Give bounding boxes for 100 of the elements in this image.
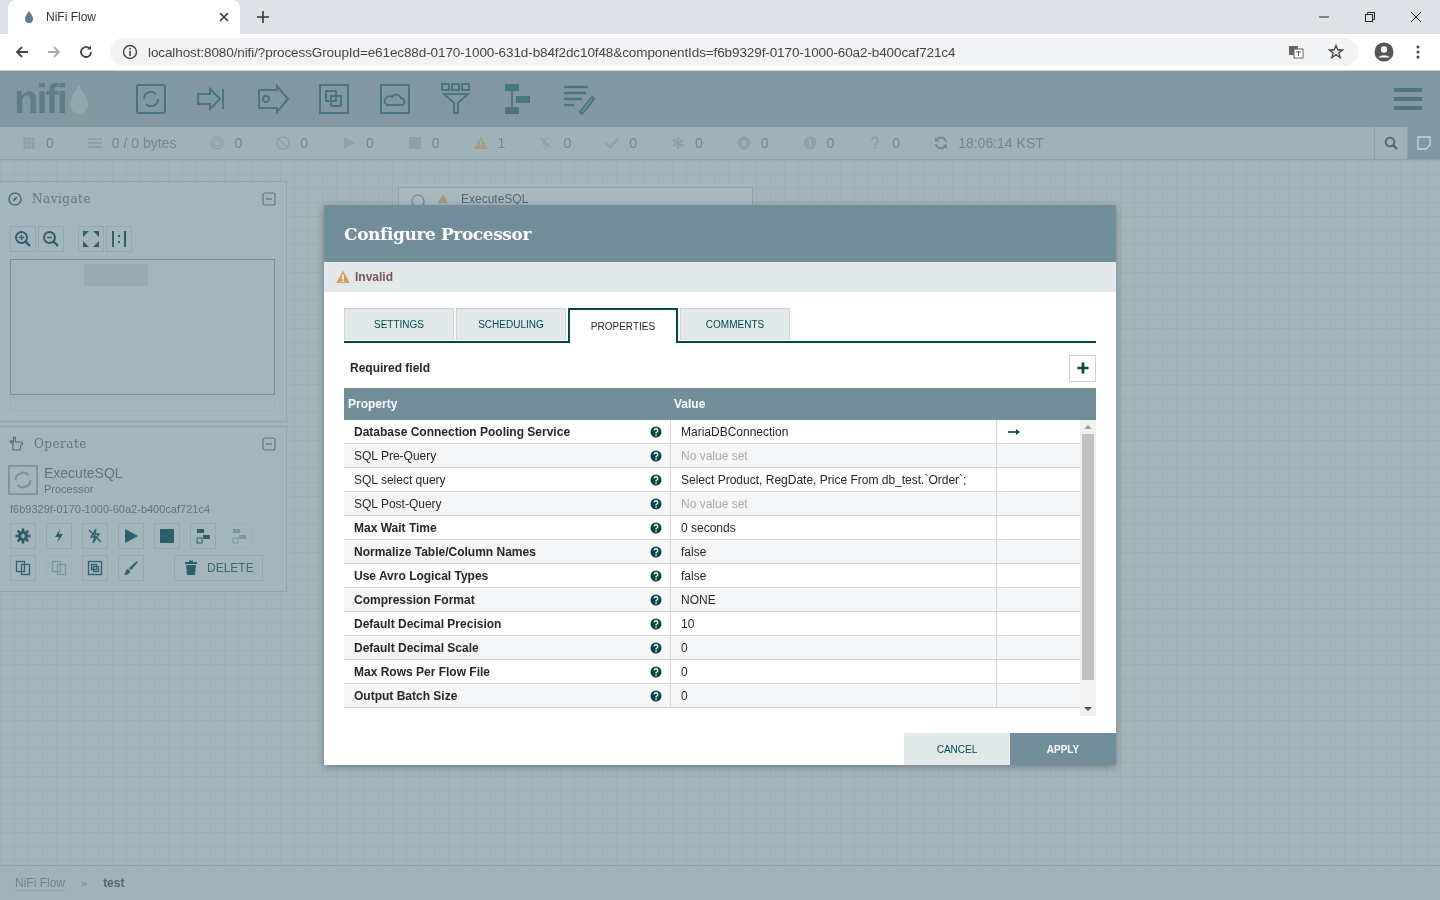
- help-icon[interactable]: [650, 425, 662, 438]
- help-icon[interactable]: [650, 641, 662, 654]
- table-row[interactable]: Default Decimal Scale 0: [344, 636, 1080, 660]
- browser-tab[interactable]: NiFi Flow: [8, 0, 240, 34]
- search-icon: [1384, 136, 1398, 150]
- property-value[interactable]: 10: [681, 616, 695, 631]
- reload-icon[interactable]: [78, 44, 94, 60]
- required-field-label: Required field: [350, 361, 430, 375]
- help-icon[interactable]: [650, 473, 662, 486]
- table-row[interactable]: Compression Format NONE: [344, 588, 1080, 612]
- address-field[interactable]: localhost:8080/nifi/?processGroupId=e61ec88d-0170-1000-631d-b84f2dc10f48&componentIds=f6b9329f-0170-1000-60a2-b400caf721c4: [110, 38, 1358, 66]
- template-icon: [195, 528, 211, 544]
- template-button[interactable]: [190, 523, 216, 549]
- scroll-up-icon[interactable]: [1084, 424, 1092, 430]
- table-row[interactable]: Max Rows Per Flow File 0: [344, 660, 1080, 684]
- property-value[interactable]: false: [681, 544, 707, 559]
- dialog-title: Configure Processor: [344, 223, 532, 244]
- table-row[interactable]: Max Wait Time 0 seconds: [344, 516, 1080, 540]
- zoom-in-icon: [14, 230, 32, 248]
- tab[interactable]: COMMENTS: [680, 308, 790, 340]
- processor-name: ExecuteSQL: [461, 192, 529, 206]
- property-value[interactable]: MariaDBConnection: [681, 424, 789, 439]
- add-property-button[interactable]: [1069, 354, 1096, 382]
- star-icon[interactable]: [1328, 44, 1344, 60]
- help-icon[interactable]: [650, 617, 662, 630]
- plus-icon: [1076, 362, 1089, 374]
- table-row[interactable]: Use Avro Logical Types false: [344, 564, 1080, 588]
- back-icon[interactable]: [14, 44, 30, 60]
- property-value[interactable]: false: [681, 568, 707, 583]
- table-row[interactable]: SQL Post-Query No value set: [344, 492, 1080, 516]
- scroll-down-icon[interactable]: [1084, 706, 1092, 712]
- crossed-lightning-icon: [87, 528, 103, 544]
- restore-icon[interactable]: [1364, 11, 1376, 23]
- start-button[interactable]: [118, 523, 144, 549]
- help-icon[interactable]: [650, 497, 662, 510]
- copy-icon: [15, 560, 31, 576]
- actual-size-button[interactable]: [106, 226, 132, 252]
- actual-size-icon: [110, 230, 128, 248]
- color-button[interactable]: [118, 555, 144, 581]
- enable-button[interactable]: [46, 523, 72, 549]
- help-icon[interactable]: [650, 593, 662, 606]
- close-icon[interactable]: [1410, 11, 1422, 23]
- fit-button[interactable]: [78, 226, 104, 252]
- help-icon[interactable]: [650, 689, 662, 702]
- profile-icon[interactable]: [1374, 42, 1394, 62]
- arrow-icon[interactable]: [1008, 427, 1020, 436]
- copy-button[interactable]: [10, 555, 36, 581]
- close-icon[interactable]: [218, 11, 230, 23]
- info-icon[interactable]: [122, 44, 138, 60]
- collapse-icon[interactable]: [262, 192, 276, 206]
- property-name: Default Decimal Scale: [354, 640, 480, 655]
- table-row[interactable]: SQL select query Select Product, RegDate, Price From db_test.`Order`;: [344, 468, 1080, 492]
- warning-icon: [336, 270, 350, 284]
- component-type: Processor: [44, 482, 95, 496]
- breadcrumb-current: test: [103, 876, 125, 890]
- droplet-icon: [22, 10, 36, 24]
- brush-icon: [123, 560, 139, 576]
- help-icon[interactable]: [650, 569, 662, 582]
- compass-icon: [8, 192, 22, 206]
- help-icon[interactable]: [650, 665, 662, 678]
- stop-button[interactable]: [154, 523, 180, 549]
- configure-button[interactable]: [10, 523, 36, 549]
- group-button[interactable]: [82, 555, 108, 581]
- upload-icon: [231, 528, 247, 544]
- property-value[interactable]: 0 seconds: [681, 520, 736, 535]
- gear-icon: [15, 528, 31, 544]
- collapse-icon[interactable]: [262, 437, 276, 451]
- forward-icon[interactable]: [46, 44, 62, 60]
- table-row[interactable]: Database Connection Pooling Service MariaDBConnection: [344, 420, 1080, 444]
- scrollbar[interactable]: [1080, 420, 1096, 716]
- help-icon[interactable]: [650, 449, 662, 462]
- note-icon: [1417, 136, 1431, 150]
- table-row[interactable]: Normalize Table/Column Names false: [344, 540, 1080, 564]
- tab-title: NiFi Flow: [46, 10, 97, 24]
- property-name: Max Rows Per Flow File: [354, 664, 492, 679]
- table-row[interactable]: Output Batch Size 0: [344, 684, 1080, 708]
- disable-button[interactable]: [82, 523, 108, 549]
- property-name: SQL Post-Query: [354, 496, 443, 511]
- property-value[interactable]: NONE: [681, 592, 716, 607]
- tab[interactable]: SCHEDULING: [456, 308, 566, 340]
- table-row[interactable]: SQL Pre-Query No value set: [344, 444, 1080, 468]
- component-id: f6b9329f-0170-1000-60a2-b400caf721c4: [9, 502, 211, 515]
- panel-title: Navigate: [32, 192, 92, 206]
- tab[interactable]: PROPERTIES: [568, 308, 678, 343]
- property-value[interactable]: Select Product, RegDate, Price From db_test.`Order`;: [681, 472, 967, 487]
- property-value[interactable]: 0: [681, 640, 688, 655]
- table-row[interactable]: Default Decimal Precision 10: [344, 612, 1080, 636]
- zoom-in-button[interactable]: [10, 226, 36, 252]
- play-icon: [123, 528, 139, 544]
- help-icon[interactable]: [650, 545, 662, 558]
- property-value[interactable]: 0: [681, 688, 688, 703]
- help-icon[interactable]: [650, 521, 662, 534]
- status-text: Invalid: [355, 270, 393, 284]
- cancel-button[interactable]: CANCEL: [904, 733, 1010, 765]
- tab[interactable]: SETTINGS: [344, 308, 454, 340]
- zoom-out-button[interactable]: [38, 226, 64, 252]
- translate-icon[interactable]: [1288, 44, 1304, 60]
- property-name: Normalize Table/Column Names: [354, 544, 537, 559]
- property-value[interactable]: 0: [681, 664, 688, 679]
- new-tab-icon[interactable]: [256, 10, 270, 24]
